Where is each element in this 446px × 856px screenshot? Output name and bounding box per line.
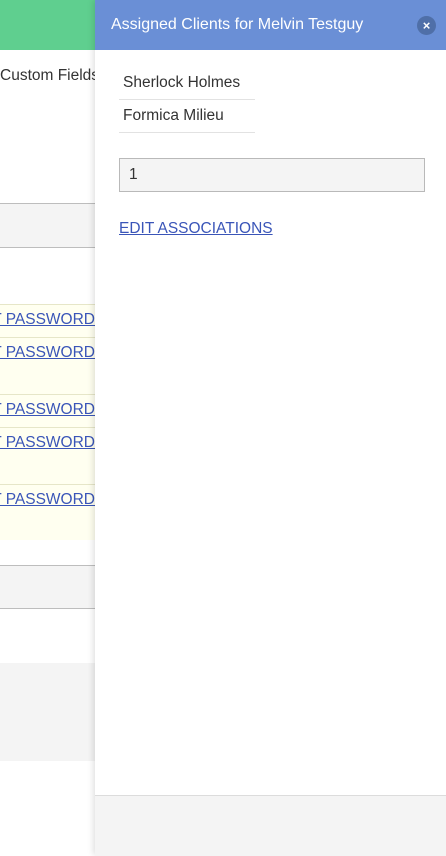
client-count-input[interactable] — [119, 158, 425, 192]
close-icon[interactable]: × — [417, 16, 436, 35]
reset-password-link[interactable]: RESET PASSWORD — [0, 491, 95, 509]
row-divider — [0, 304, 95, 305]
edit-associations-link[interactable]: EDIT ASSOCIATIONS — [119, 220, 273, 238]
reset-password-link[interactable]: RESET PASSWORD — [0, 311, 95, 329]
row-divider — [0, 337, 95, 338]
assigned-clients-panel: Assigned Clients for Melvin Testguy × Sh… — [95, 0, 446, 856]
custom-fields-tab[interactable]: Custom Fields — [0, 67, 95, 85]
list-item: Sherlock Holmes — [119, 67, 255, 100]
reset-password-link[interactable]: RESET PASSWORD — [0, 401, 95, 419]
panel-header: Assigned Clients for Melvin Testguy × — [95, 0, 446, 50]
list-item: Formica Milieu — [119, 100, 255, 133]
row-divider — [0, 394, 95, 395]
table-divider — [0, 608, 95, 609]
row-divider — [0, 427, 95, 428]
client-list: Sherlock Holmes Formica Milieu — [119, 67, 255, 133]
reset-password-link[interactable]: RESET PASSWORD — [0, 344, 95, 362]
row-divider — [0, 484, 95, 485]
table-header-band — [0, 204, 95, 247]
table-divider — [0, 247, 95, 248]
reset-password-link[interactable]: RESET PASSWORD — [0, 434, 95, 452]
app-top-bar — [0, 0, 95, 50]
table-footer-band — [0, 566, 95, 608]
page-footer-band — [0, 663, 95, 761]
panel-title: Assigned Clients for Melvin Testguy — [111, 16, 364, 33]
panel-footer — [95, 795, 446, 856]
